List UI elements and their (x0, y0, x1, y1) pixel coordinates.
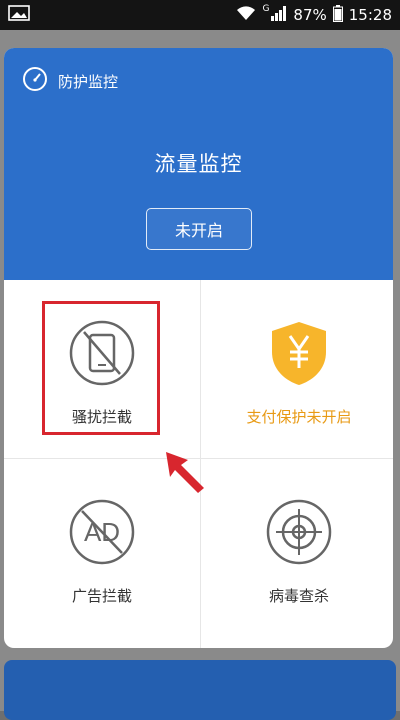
traffic-monitor-status-button[interactable]: 未开启 (146, 208, 252, 250)
ad-block-icon: AD (67, 497, 137, 567)
signal-icon (271, 5, 287, 25)
virus-scan-label: 病毒查杀 (268, 587, 329, 605)
payment-protection-item[interactable]: 支付保护未开启 (201, 280, 393, 458)
dialog-header: 防护监控 流量监控 未开启 (4, 48, 393, 280)
header-title-row: 防护监控 (22, 66, 118, 96)
traffic-monitor-title: 流量监控 (154, 152, 243, 176)
network-type: G (262, 4, 270, 14)
clock: 15:28 (348, 6, 392, 24)
header-title: 防护监控 (58, 72, 119, 91)
gallery-notification-icon (8, 5, 30, 25)
virus-scan-item[interactable]: 病毒查杀 (201, 459, 393, 637)
speedometer-icon (22, 66, 48, 96)
status-bar: G 87% 15:28 (0, 0, 400, 30)
ad-block-label: 广告拦截 (71, 587, 132, 605)
payment-protection-label: 支付保护未开启 (246, 408, 352, 426)
pointer-arrow-icon (160, 448, 208, 498)
virus-target-icon (264, 497, 334, 567)
battery-percent: 87% (293, 6, 327, 24)
payment-shield-icon (264, 318, 334, 388)
highlight-box (42, 301, 160, 435)
battery-icon (332, 4, 343, 26)
wifi-icon (236, 5, 256, 25)
background-bottom-panel (4, 660, 396, 720)
